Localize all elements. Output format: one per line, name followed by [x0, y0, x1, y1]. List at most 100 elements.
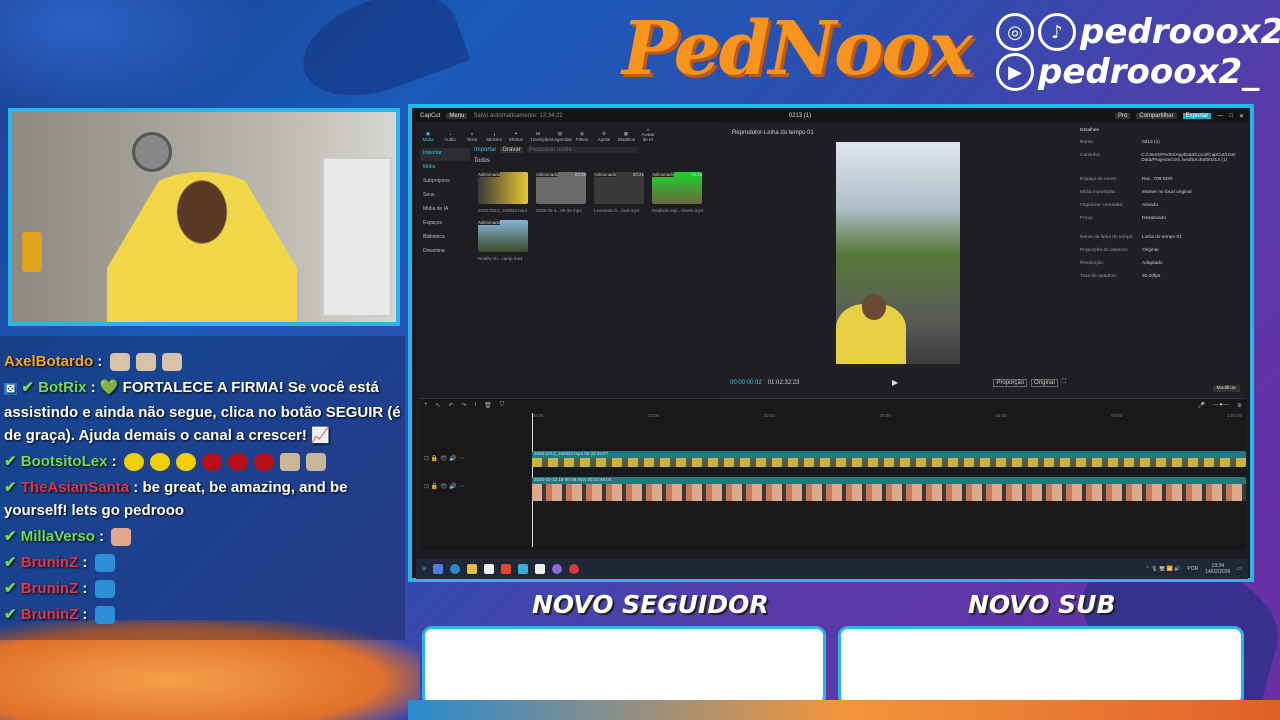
store-icon[interactable]: [484, 564, 495, 574]
tool-adjust[interactable]: ⚙ Ajuste: [596, 131, 612, 142]
play-icon[interactable]: ▶: [892, 378, 898, 387]
add-icon[interactable]: +: [424, 402, 428, 409]
record-button[interactable]: Gravar: [500, 147, 523, 153]
detail-row: Proxy: Desativado: [1080, 216, 1166, 221]
tiktok-icon: ♪: [1038, 13, 1076, 51]
tool-transitions[interactable]: ⋈ Transições: [530, 131, 552, 142]
delete-icon[interactable]: 🗑: [484, 402, 492, 409]
verified-check-icon: ✔: [4, 580, 17, 597]
select-icon[interactable]: ↖: [436, 402, 441, 409]
chat-username: AxelBotardo: [4, 353, 94, 370]
track-controls[interactable]: ⊡ 🔒 👁 🔊 ⋯: [424, 483, 464, 490]
webcam-feed: [8, 108, 400, 326]
aspect-ratio-button[interactable]: Proporção: [993, 379, 1028, 387]
verified-check-icon: ✔: [4, 453, 17, 470]
obs-icon[interactable]: [569, 564, 580, 574]
emote-icon: [149, 453, 170, 472]
media-thumbnail[interactable]: Adicionado: [478, 172, 528, 204]
chat-username: BruninZ: [20, 580, 79, 597]
video-player: Reprodutor-Linha do tempo 01 00:00:00:02…: [726, 124, 1070, 396]
menu-button[interactable]: Menu: [446, 113, 468, 119]
capcut-icon[interactable]: [535, 564, 546, 574]
media-thumbnail[interactable]: Adicionado 03:35: [536, 172, 586, 204]
social-row-youtube: ▶ pedrooox2_: [996, 52, 1259, 92]
tool-audio[interactable]: ◔ Áudio: [442, 132, 458, 142]
mic-icon[interactable]: 🎤: [1198, 402, 1205, 409]
file-explorer-icon[interactable]: [467, 564, 478, 574]
copilot-icon[interactable]: [433, 564, 444, 574]
media-search-input[interactable]: Pesquisar mídia: [526, 147, 637, 153]
detail-row: Proporção do aspecto: Original: [1080, 248, 1159, 253]
brave-icon[interactable]: [501, 564, 512, 574]
nav-media[interactable]: Mídia: [420, 162, 470, 175]
split-icon[interactable]: ⟊: [475, 402, 477, 409]
notification-icon[interactable]: ▭: [1237, 566, 1242, 572]
tool-text[interactable]: T Texto: [464, 132, 480, 142]
nav-spaces[interactable]: Espaços: [420, 218, 470, 231]
tool-templates[interactable]: ▦ Modelos: [618, 131, 635, 142]
timeline-ruler: 00:00 10:00 20:00 30:00 40:00 50:00 1:00:00: [532, 413, 1242, 418]
new-follower-title: NOVO SEGUIDOR: [532, 590, 769, 619]
track-controls[interactable]: ⊡ 🔒 👁 🔊 ⋯: [424, 455, 464, 462]
emote-icon: [111, 528, 132, 547]
tool-media[interactable]: ▣ Mídia: [420, 131, 436, 142]
nav-library[interactable]: Biblioteca: [420, 232, 470, 245]
video-track-1[interactable]: 2026-0213_160024.mp4 00:33:43:07: [532, 451, 1246, 467]
app-name: CapCut: [420, 113, 441, 119]
clock[interactable]: 13:34 14/02/2026: [1205, 563, 1230, 575]
export-button[interactable]: Exportar: [1182, 113, 1212, 119]
tool-captions[interactable]: ▤ Legendas: [552, 131, 572, 142]
maximize-icon[interactable]: □: [1229, 113, 1233, 119]
tool-stickers[interactable]: ◑ Stickers: [486, 132, 502, 142]
emote-icon: [161, 353, 182, 372]
preview-face: [862, 294, 886, 320]
bot-badge-icon: ⊠: [4, 383, 18, 395]
nav-import[interactable]: Importar: [420, 148, 470, 161]
tool-ai-avatar[interactable]: ☺ Avatar de IA: [640, 127, 656, 142]
redo-icon[interactable]: ↷: [462, 402, 467, 409]
detail-row: Resolução: Adaptado: [1080, 261, 1163, 266]
media-thumbnail[interactable]: Adicionado: [478, 220, 528, 252]
shield-icon[interactable]: ⛉: [500, 402, 505, 409]
social-row-tiktok: ◎ ♪ pedrooox2_: [996, 12, 1280, 52]
language-indicator[interactable]: POR: [1187, 566, 1198, 572]
emote-icon: [135, 353, 156, 372]
settings-icon[interactable]: ⊕: [1237, 402, 1242, 409]
nav-dreamina[interactable]: Dreamina: [420, 246, 470, 259]
pro-button[interactable]: Pro: [1114, 113, 1131, 119]
undo-icon[interactable]: ↶: [449, 402, 454, 409]
discord-icon[interactable]: [552, 564, 563, 574]
windows-start-icon[interactable]: ⊞: [422, 566, 426, 572]
tray-icons[interactable]: ⌃ 🎙 🖥 📶 🔊: [1145, 566, 1180, 572]
current-time: 00:00:00:02: [730, 380, 762, 386]
verified-check-icon: ✔: [4, 606, 17, 623]
nav-subprojects[interactable]: Subprojetos: [420, 176, 470, 189]
media-sidebar: Importar Mídia Subprojetos Seus Mídia de…: [420, 148, 470, 288]
tool-filters[interactable]: ◍ Filtros: [574, 131, 590, 142]
youtube-icon: ▶: [996, 53, 1034, 91]
video-preview[interactable]: [836, 142, 960, 364]
details-title: Detalhes: [1080, 128, 1099, 133]
media-thumbnail[interactable]: Adicionado 00:21: [594, 172, 644, 204]
video-track-2[interactable]: 2026-02-13 16-00-36.mp4 00:32:49:04: [532, 477, 1246, 501]
new-sub-title: NOVO SUB: [968, 590, 1116, 619]
modify-button[interactable]: Modificar: [1212, 385, 1240, 392]
app-icon[interactable]: [518, 564, 529, 574]
original-button[interactable]: Original: [1031, 379, 1058, 387]
nav-yours[interactable]: Seus: [420, 190, 470, 203]
media-thumbnail[interactable]: Adicionado 00:11: [652, 172, 702, 204]
chat-message: ⊠ ✔ BotRix : 💚 FORTALECE A FIRMA! Se voc…: [4, 379, 401, 444]
minimize-icon[interactable]: —: [1217, 113, 1223, 119]
zoom-slider[interactable]: —●—: [1213, 402, 1229, 409]
close-icon[interactable]: ✕: [1239, 113, 1244, 120]
import-button[interactable]: Importar: [474, 147, 496, 153]
detail-row: Mídia importada: Manter no local original: [1080, 190, 1192, 195]
share-button[interactable]: Compartilhar: [1136, 113, 1177, 119]
edge-icon[interactable]: [450, 564, 461, 574]
tool-effects[interactable]: ✦ Efeitos: [508, 131, 524, 142]
nav-ai-media[interactable]: Mídia de IA: [420, 204, 470, 217]
fullscreen-icon[interactable]: ⛶: [1062, 379, 1066, 387]
filter-all-label: Todos: [474, 158, 491, 164]
detail-row: Nome: 0213 (1): [1080, 140, 1160, 145]
chat-panel: AxelBotardo : ⊠ ✔ BotRix : 💚 FORTALECE A…: [0, 336, 405, 640]
